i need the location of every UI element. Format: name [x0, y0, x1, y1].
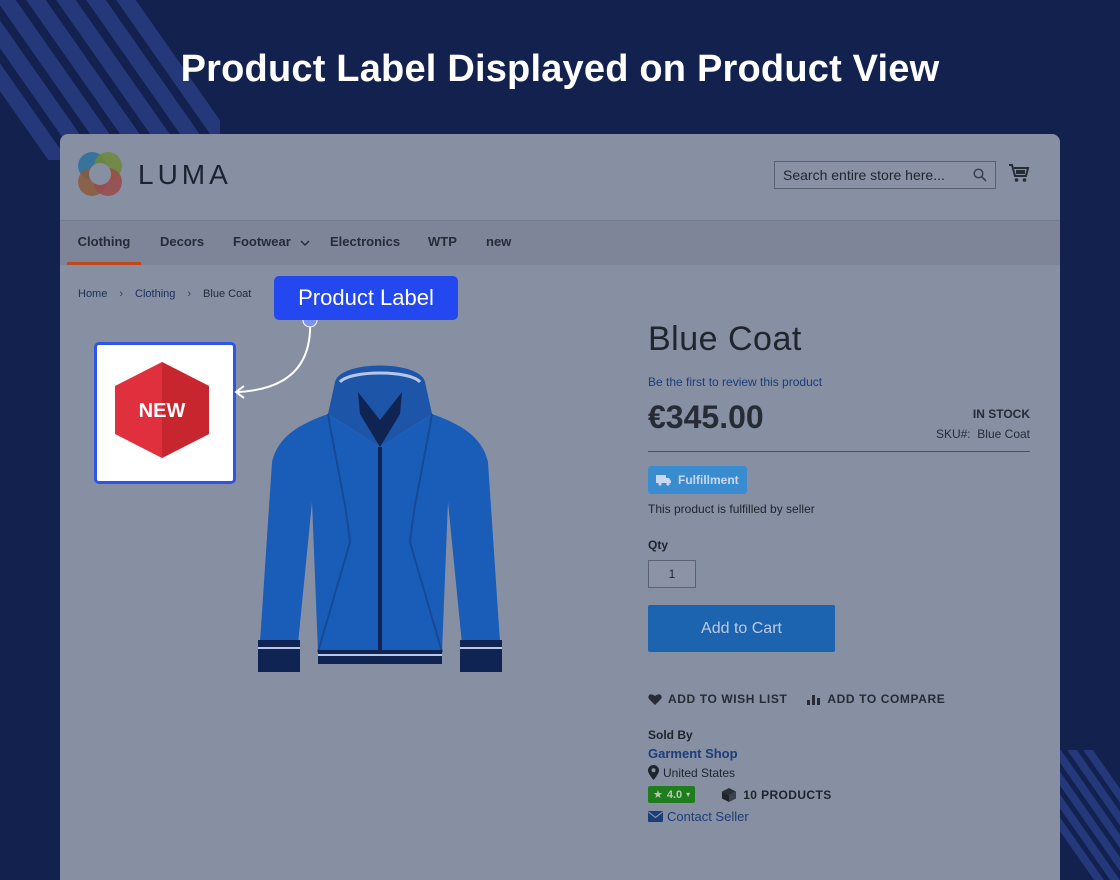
sku-value: Blue Coat: [977, 427, 1030, 441]
sku-label: SKU#:: [935, 427, 971, 441]
decorative-stripes-bottom-right: [1050, 750, 1120, 880]
hero-title: Product Label Displayed on Product View: [180, 48, 940, 90]
envelope-icon: [648, 811, 663, 822]
nav-item-new[interactable]: new: [486, 221, 511, 265]
fulfillment-label: Fulfillment: [678, 473, 739, 487]
seller-rating-badge[interactable]: ★ 4.0 ▾: [648, 786, 696, 803]
add-to-cart-button[interactable]: Add to Cart: [648, 605, 835, 652]
seller-products-count: 10 PRODUCTS: [743, 787, 832, 802]
seller-stats: ★ 4.0 ▾ 10 PRODUCTS: [648, 786, 1030, 803]
star-icon: ★: [653, 789, 663, 801]
search-box: [774, 161, 996, 189]
heart-icon: [648, 694, 662, 705]
truck-icon: [656, 475, 671, 486]
product-title: Blue Coat: [648, 320, 802, 358]
price-row: €345.00 IN STOCK SKU#: Blue Coat: [648, 395, 1030, 452]
product-image: [258, 365, 502, 672]
store-screenshot: LUMA Clothing Decors Footwear Electronic…: [60, 134, 1060, 880]
seller-block: Sold By Garment Shop United States ★ 4.0…: [648, 728, 1030, 824]
seller-name-link[interactable]: Garment Shop: [648, 746, 1030, 761]
box-icon: [722, 787, 737, 802]
seller-products[interactable]: 10 PRODUCTS: [721, 787, 831, 803]
add-to-wishlist-link[interactable]: ADD TO WISH LIST: [648, 692, 787, 706]
product-info: Blue Coat Be the first to review this pr…: [648, 320, 1030, 824]
map-pin-icon: [648, 765, 659, 780]
stock-status: IN STOCK: [972, 407, 1030, 421]
wishlist-label: ADD TO WISH LIST: [668, 692, 788, 706]
fulfillment-note: This product is fulfilled by seller: [648, 502, 815, 516]
caret-down-icon: ▾: [686, 790, 691, 799]
search-icon[interactable]: [973, 168, 987, 182]
cart-icon[interactable]: [1008, 163, 1030, 183]
sku: SKU#: Blue Coat: [936, 427, 1030, 441]
compare-label: ADD TO COMPARE: [827, 692, 946, 706]
qty-label: Qty: [648, 538, 669, 552]
qty-input[interactable]: [648, 560, 696, 588]
bar-chart-icon: [807, 695, 821, 705]
product-actions: ADD TO WISH LIST ADD TO COMPARE: [648, 692, 1030, 706]
fulfillment-badge[interactable]: Fulfillment: [648, 466, 747, 494]
product-label-tag: Product Label: [274, 276, 458, 320]
contact-seller-text: Contact Seller: [667, 809, 749, 824]
add-to-compare-link[interactable]: ADD TO COMPARE: [807, 692, 945, 706]
contact-seller-link[interactable]: Contact Seller: [648, 809, 1030, 824]
product-price: €345.00: [648, 399, 764, 435]
seller-location: United States: [648, 765, 1030, 780]
sold-by-label: Sold By: [648, 728, 693, 742]
search-input[interactable]: [775, 162, 981, 188]
seller-rating-value: 4.0: [666, 788, 683, 801]
nav-item-wtp[interactable]: WTP: [428, 221, 457, 265]
review-link[interactable]: Be the first to review this product: [648, 375, 1030, 389]
seller-location-text: United States: [663, 765, 736, 780]
